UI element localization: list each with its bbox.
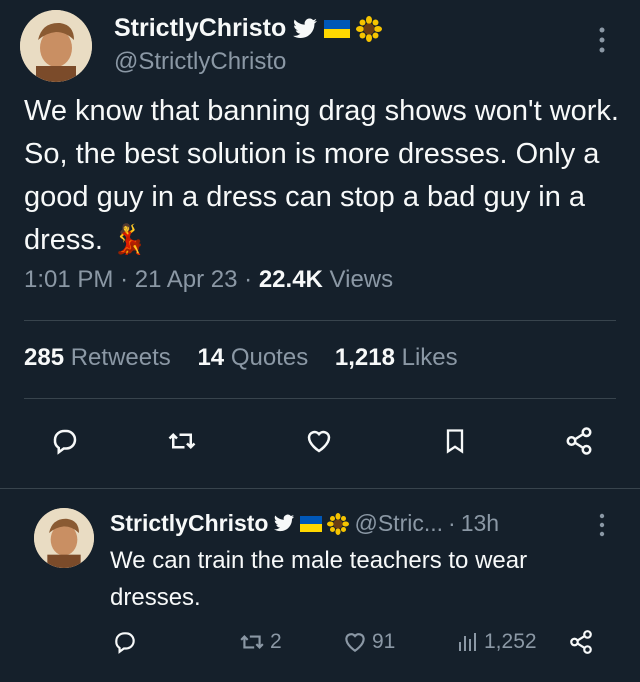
tweet-separator [0,488,640,489]
avatar[interactable] [20,10,92,82]
share-button[interactable] [568,622,594,662]
views-label: Views [329,266,394,293]
reply-button[interactable] [112,622,138,662]
retweet-count: 2 [270,630,282,653]
handle[interactable]: @StrictlyChristo [114,48,286,76]
views-button[interactable]: 1,252 [456,622,537,662]
reply-button[interactable] [42,418,88,464]
twitter-bird-icon [292,17,318,40]
tweet-time[interactable]: 1:01 PM [24,266,113,293]
tweet-meta: 1:01 PM · 21 Apr 23 · 22.4K Views [24,266,394,293]
sunflower-icon [327,512,350,535]
heart-icon [307,430,331,453]
quotes-stat[interactable]: 14 Quotes [197,344,308,371]
views-count: 1,252 [484,630,537,653]
time-ago[interactable]: 13h [461,510,499,537]
likes-label: Likes [401,344,458,371]
more-options-icon[interactable] [592,510,612,540]
display-name[interactable]: StrictlyChristo [114,14,286,43]
share-icon [566,427,592,455]
like-button[interactable] [296,418,342,464]
display-name-row[interactable]: StrictlyChristo [114,14,383,43]
engagement-stats: 285 Retweets 14 Quotes 1,218 Likes [24,344,478,372]
reply-icon [53,429,77,455]
like-button[interactable]: 91 [342,622,395,662]
quotes-label: Quotes [230,344,309,371]
retweets-count: 285 [24,344,65,371]
like-count: 91 [372,630,396,653]
display-name[interactable]: StrictlyChristo [110,510,268,537]
likes-count: 1,218 [334,344,395,371]
bookmark-button[interactable] [432,418,478,464]
tweet-text: We can train the male teachers to wear d… [110,547,528,611]
retweets-label: Retweets [70,344,171,371]
share-button[interactable] [556,418,602,464]
more-options-icon[interactable] [592,22,612,58]
retweet-icon [240,635,264,649]
heart-icon [345,633,365,652]
likes-stat[interactable]: 1,218 Likes [335,344,458,371]
views-count: 22.4K [258,266,323,293]
divider [24,320,616,321]
bookmark-icon [446,429,464,454]
retweet-icon [168,432,196,450]
share-icon [570,630,592,654]
quotes-count: 14 [197,344,225,371]
retweet-button[interactable]: 2 [238,622,282,662]
reply-header: StrictlyChristo @Stric... · 13h [110,510,499,537]
reply-icon [115,632,135,654]
handle[interactable]: @Stric... [354,510,443,537]
retweets-stat[interactable]: 285 Retweets [24,344,171,371]
views-icon [459,633,476,651]
retweet-button[interactable] [159,418,205,464]
tweet-date[interactable]: 21 Apr 23 [135,266,238,293]
ukraine-flag-icon [300,515,323,532]
dancer-emoji: 💃 [111,224,148,256]
divider [24,398,616,399]
ukraine-flag-icon [324,19,351,38]
tweet-text: We know that banning drag shows won't wo… [24,90,624,262]
dot-separator: · [448,510,456,536]
avatar[interactable] [34,508,94,568]
twitter-bird-icon [273,514,295,533]
sunflower-icon [356,15,383,42]
